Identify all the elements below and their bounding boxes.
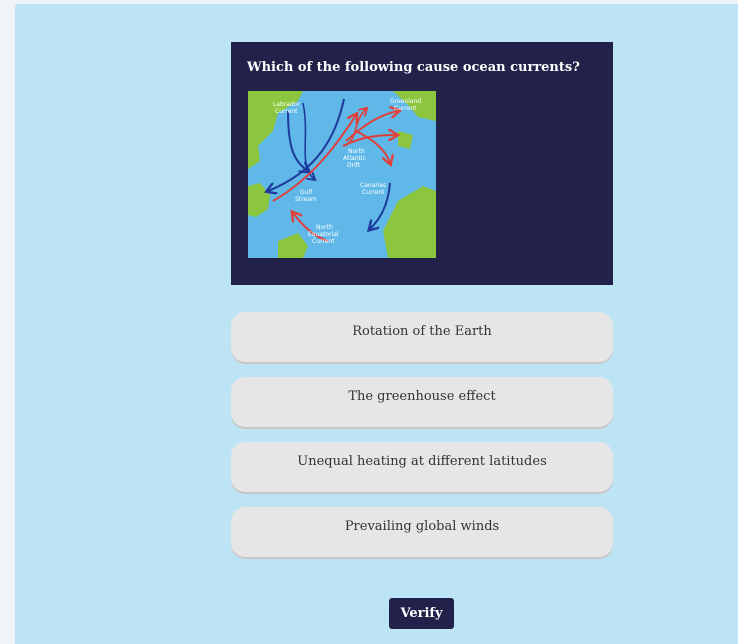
answer-option-1[interactable]: Rotation of the Earth bbox=[231, 312, 613, 362]
answer-option-2[interactable]: The greenhouse effect bbox=[231, 377, 613, 427]
verify-button[interactable]: Verify bbox=[389, 598, 454, 629]
map-label-labrador: Labrador Current bbox=[273, 101, 300, 115]
question-text: Which of the following cause ocean curre… bbox=[247, 60, 580, 75]
ocean-currents-map: Labrador Current Greenland Current North At… bbox=[248, 91, 436, 258]
question-card: Which of the following cause ocean curre… bbox=[231, 42, 613, 285]
answer-option-3[interactable]: Unequal heating at different latitudes bbox=[231, 442, 613, 492]
map-label-canaries: Canaries Current bbox=[360, 182, 386, 196]
answer-option-4[interactable]: Prevailing global winds bbox=[231, 507, 613, 557]
